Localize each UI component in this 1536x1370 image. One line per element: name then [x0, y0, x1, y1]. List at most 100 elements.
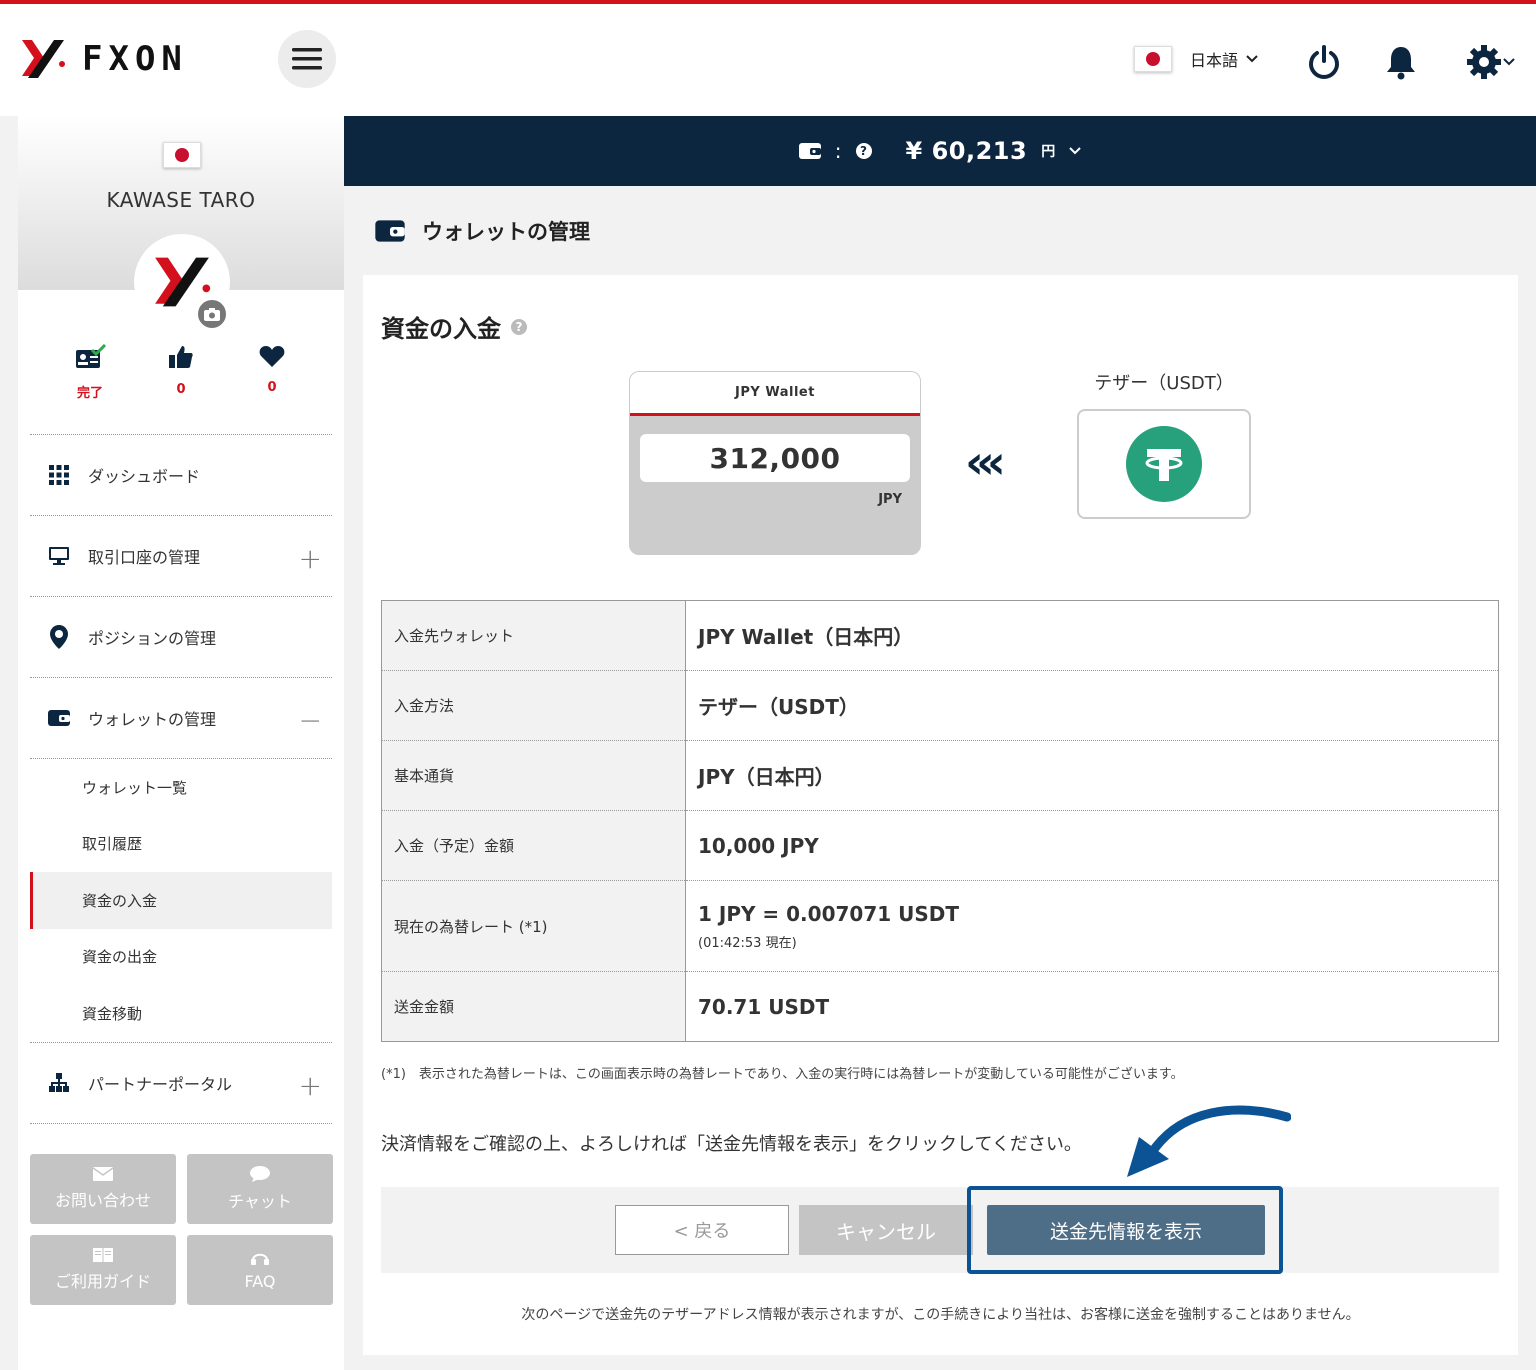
pointer-arrow-icon [1127, 1105, 1291, 1177]
triple-chevron-left-icon: ‹‹‹ [965, 435, 1006, 489]
wallet-icon [48, 707, 70, 729]
sidebar-item-label: パートナーポータル [88, 1074, 233, 1094]
chevron-down-icon [1246, 55, 1258, 63]
table-row: 送金金額 70.71 USDT [381, 971, 1499, 1042]
sidebar-item-positions[interactable]: ポジションの管理 [30, 597, 332, 678]
book-icon [93, 1248, 113, 1262]
sidebar-subitem-history[interactable]: 取引履歴 [30, 816, 332, 873]
language-label: 日本語 [1190, 51, 1239, 70]
table-value: JPY（日本円） [685, 740, 1499, 811]
chevron-down-icon [1069, 147, 1081, 155]
map-pin-icon [48, 625, 70, 649]
wallet-submenu: ウォレット一覧 取引履歴 資金の入金 資金の出金 資金移動 [30, 759, 332, 1043]
wallet-amount: 312,000 [640, 434, 910, 482]
question-circle-icon[interactable]: ? [511, 318, 527, 335]
verification-status: 完了 [76, 386, 103, 401]
action-bar: < 戻る キャンセル 送金先情報を表示 [381, 1186, 1499, 1274]
sidebar-item-dashboard[interactable]: ダッシュボード [30, 435, 332, 516]
section-title-text: 資金の入金 [381, 315, 501, 343]
cancel-button[interactable]: キャンセル [799, 1205, 973, 1255]
settings-button[interactable] [1458, 42, 1522, 82]
page-title-text: ウォレットの管理 [422, 220, 590, 244]
sidebar-subitem-deposit[interactable]: 資金の入金 [30, 872, 332, 929]
language-selector[interactable]: 日本語 [1134, 46, 1258, 72]
table-key: 入金先ウォレット [381, 600, 686, 671]
table-row: 入金（予定）金額 10,000 JPY [381, 810, 1499, 881]
sidebar-subitem-transfer[interactable]: 資金移動 [30, 985, 332, 1042]
power-icon [1309, 45, 1339, 79]
sidebar-nav: ダッシュボード 取引口座の管理 + ポジションの管理 ウォレットの管理 − ウォ… [30, 434, 332, 1124]
envelope-icon [93, 1167, 113, 1181]
chat-button[interactable]: チャット [187, 1154, 333, 1224]
table-key: 基本通貨 [381, 740, 686, 811]
plus-icon[interactable]: + [299, 1069, 322, 1102]
fxon-mark-icon [22, 40, 65, 78]
question-circle-icon[interactable]: ? [855, 143, 872, 159]
page-title: ウォレットの管理 [374, 216, 590, 246]
headset-icon [251, 1253, 269, 1265]
sidebar-item-accounts[interactable]: 取引口座の管理 + [30, 516, 332, 597]
faq-label: FAQ [244, 1271, 276, 1291]
table-key: 送金金額 [381, 971, 686, 1042]
back-button[interactable]: < 戻る [615, 1205, 789, 1255]
table-key: 入金方法 [381, 670, 686, 741]
rate-note: (*1) 表示された為替レートは、この画面表示時の為替レートであり、入金の実行時… [381, 1067, 1184, 1082]
sidebar-item-label: 取引口座の管理 [88, 548, 201, 567]
guide-button[interactable]: ご利用ガイド [30, 1235, 176, 1305]
notification-button[interactable] [1381, 42, 1421, 82]
table-value: 70.71 USDT [685, 971, 1499, 1042]
sidebar-item-wallet[interactable]: ウォレットの管理 − [30, 678, 332, 759]
balance-bar[interactable]: : ? ¥ 60,213 円 [344, 116, 1536, 186]
wallet-name: JPY Wallet [630, 372, 920, 416]
method-label: テザー（USDT） [1094, 373, 1234, 394]
sidebar-item-label: ウォレットの管理 [88, 710, 217, 729]
table-value: JPY Wallet（日本円） [685, 600, 1499, 671]
guide-label: ご利用ガイド [54, 1272, 151, 1291]
sidebar: KAWASE TARO 完了 0 0 ダッシュボード 取引口座の管理 + ポジシ… [18, 116, 344, 1370]
sidebar-subitem-wallet-list[interactable]: ウォレット一覧 [30, 759, 332, 816]
table-row: 基本通貨 JPY（日本円） [381, 740, 1499, 811]
table-value: 10,000 JPY [685, 810, 1499, 881]
logout-button[interactable] [1304, 42, 1344, 82]
plus-icon[interactable]: + [299, 542, 322, 575]
id-card-check-icon [76, 343, 107, 368]
org-chart-icon [48, 1072, 70, 1094]
favorites-stat[interactable]: 0 [242, 344, 302, 395]
bell-icon [1387, 47, 1415, 80]
wallet-currency: JPY [878, 492, 902, 507]
user-name: KAWASE TARO [106, 188, 256, 212]
grid-icon [48, 464, 70, 486]
table-key: 現在の為替レート (*1) [381, 880, 686, 972]
deposit-card: 資金の入金 ? JPY Wallet 312,000 JPY ‹‹‹ テザー（U… [363, 275, 1518, 1355]
camera-button[interactable] [196, 298, 228, 330]
logo[interactable]: FXON [18, 36, 188, 82]
logo-text: FXON [82, 39, 188, 79]
gear-icon [1467, 45, 1501, 79]
sidebar-item-label: ポジションの管理 [88, 629, 217, 648]
menu-button[interactable] [278, 30, 336, 88]
contact-button[interactable]: お問い合わせ [30, 1154, 176, 1224]
section-title: 資金の入金 ? [381, 309, 527, 344]
favorites-count: 0 [267, 380, 277, 395]
minus-icon[interactable]: − [299, 704, 322, 737]
footer-note: 次のページで送金先のテザーアドレス情報が表示されますが、この手続きにより当社は、… [521, 1307, 1360, 1323]
balance-symbol: ¥ [905, 137, 923, 165]
likes-stat[interactable]: 0 [151, 344, 211, 397]
monitor-icon [48, 545, 70, 567]
balance-unit: 円 [1041, 144, 1056, 160]
faq-button[interactable]: FAQ [187, 1235, 333, 1305]
verification-stat[interactable]: 完了 [60, 343, 120, 401]
hamburger-icon [292, 48, 322, 70]
table-value: テザー（USDT） [685, 670, 1499, 741]
thumbs-up-icon [169, 346, 193, 368]
rate-timestamp: (01:42:53 現在) [698, 935, 797, 951]
deposit-details-table: 入金先ウォレット JPY Wallet（日本円） 入金方法 テザー（USDT） … [381, 600, 1499, 1042]
tether-logo-box [1077, 409, 1251, 519]
japan-flag-icon [1134, 46, 1172, 72]
table-key: 入金（予定）金額 [381, 810, 686, 881]
sidebar-subitem-withdrawal[interactable]: 資金の出金 [30, 929, 332, 986]
sidebar-item-partner[interactable]: パートナーポータル + [30, 1043, 332, 1124]
show-recipient-button[interactable]: 送金先情報を表示 [987, 1205, 1265, 1255]
japan-flag-icon [163, 142, 201, 168]
top-header: FXON 日本語 [0, 0, 1536, 116]
